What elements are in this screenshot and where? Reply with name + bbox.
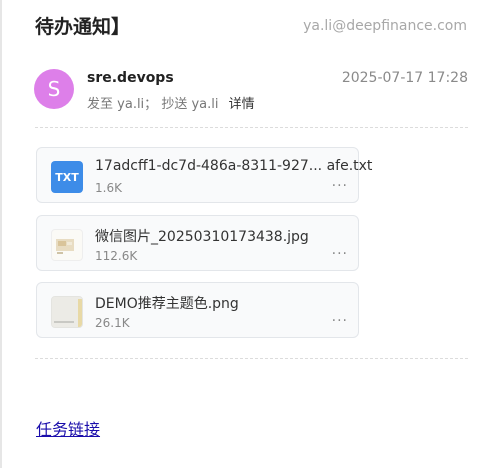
recipients-line: 发至 ya.li； 抄送 ya.li 详情	[87, 93, 255, 112]
attachment-name: 17adcff1-dc7d-486a-8311-927... afe.txt	[95, 158, 373, 174]
avatar-letter: S	[47, 77, 61, 101]
task-link[interactable]: 任务链接	[36, 416, 100, 440]
recipient-separator: ；	[144, 97, 158, 112]
cc-recipient[interactable]: ya.li	[191, 97, 218, 112]
attachment-name: 微信图片_20250310173438.jpg	[95, 229, 309, 245]
attachment-card[interactable]: TXT 17adcff1-dc7d-486a-8311-927... afe.t…	[36, 147, 372, 203]
more-options-icon[interactable]: ···	[332, 178, 348, 194]
image-thumbnail-icon	[51, 296, 83, 328]
txt-file-icon: TXT	[51, 161, 83, 193]
more-options-icon[interactable]: ···	[332, 313, 348, 329]
sender-name[interactable]: sre.devops	[87, 70, 174, 86]
cc-label: 抄送	[161, 97, 188, 112]
attachment-size: 1.6K	[95, 181, 122, 195]
details-link[interactable]: 详情	[229, 97, 255, 112]
left-border	[0, 0, 2, 468]
attachment-size: 112.6K	[95, 249, 138, 263]
account-email: ya.li@deepfinance.com	[303, 18, 467, 34]
attachment-name: DEMO推荐主题色.png	[95, 296, 239, 312]
more-options-icon[interactable]: ···	[332, 246, 348, 262]
sent-time: 2025-07-17 17:28	[341, 70, 468, 86]
header-divider	[35, 127, 468, 128]
attachment-size: 26.1K	[95, 316, 130, 330]
attachment-card[interactable]: DEMO推荐主题色.png 26.1K ···	[36, 282, 359, 338]
to-label: 发至	[87, 97, 114, 112]
mail-subject: 待办通知】	[35, 16, 131, 38]
attachments-divider	[35, 358, 468, 359]
to-recipient[interactable]: ya.li	[117, 97, 144, 112]
sender-avatar: S	[34, 69, 74, 109]
image-thumbnail-icon	[51, 229, 83, 261]
attachment-card[interactable]: 微信图片_20250310173438.jpg 112.6K ···	[36, 215, 359, 271]
